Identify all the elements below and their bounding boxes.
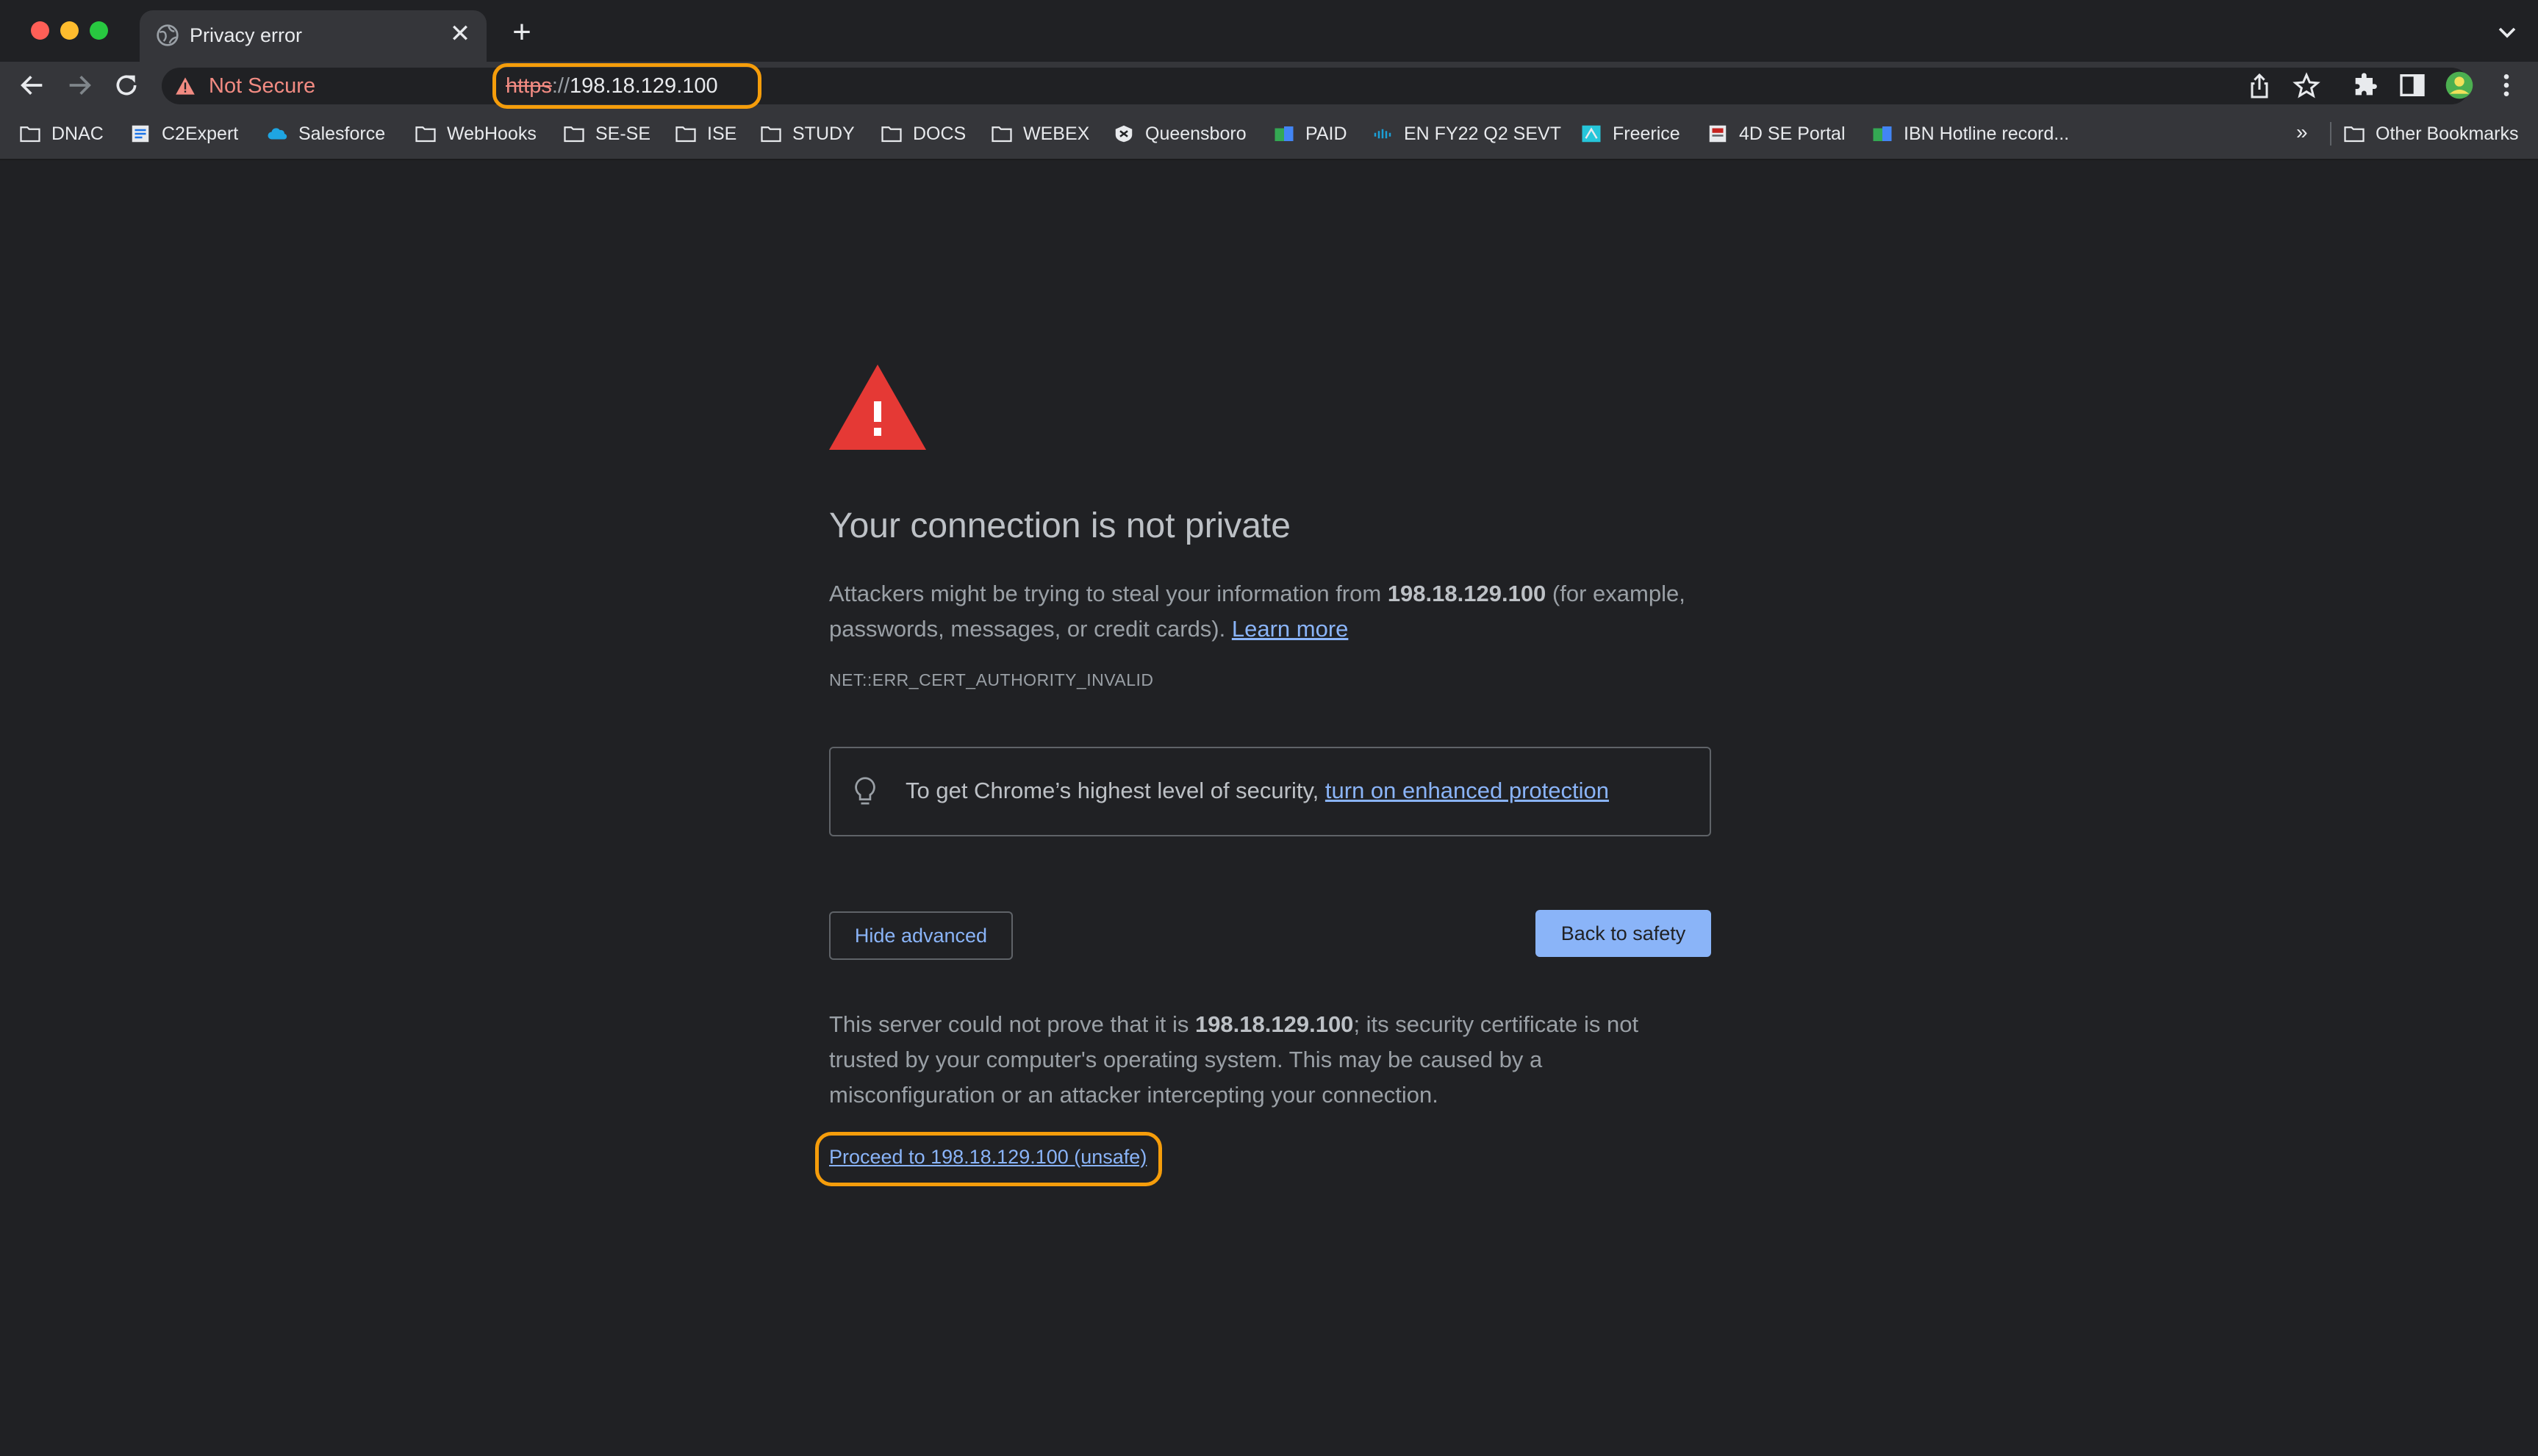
folder-icon	[415, 126, 436, 143]
details-host: 198.18.129.100	[1194, 1011, 1354, 1037]
site-favicon	[1115, 125, 1133, 143]
close-tab-icon[interactable]: ✕	[447, 21, 473, 47]
bookmark-se-se[interactable]: SE-SE	[563, 121, 650, 147]
bookmark-ise[interactable]: ISE	[675, 121, 736, 147]
bookmark-en-fy22[interactable]: EN FY22 Q2 SEVT	[1372, 121, 1561, 147]
proceed-unsafe-link[interactable]: Proceed to 198.18.129.100 (unsafe)	[829, 1146, 1147, 1169]
minimize-window-button[interactable]	[60, 21, 79, 40]
enhanced-protection-box: To get Chrome’s highest level of securit…	[829, 747, 1711, 836]
error-code: NET::ERR_CERT_AUTHORITY_INVALID	[829, 670, 1154, 689]
bookmark-freerice[interactable]: Freerice	[1580, 121, 1680, 147]
extensions-puzzle-icon[interactable]	[2351, 71, 2380, 100]
folder-icon	[992, 126, 1012, 143]
back-to-safety-button[interactable]: Back to safety	[1535, 910, 1711, 957]
bookmark-webex[interactable]: WEBEX	[991, 121, 1089, 147]
warning-triangle-icon	[829, 365, 926, 450]
toolbar: Not Secure https://198.18.129.100	[0, 62, 2538, 109]
bookmark-queensboro[interactable]: Queensboro	[1113, 121, 1247, 147]
chevron-down-icon[interactable]	[2492, 18, 2522, 47]
page-content: Your connection is not private Attackers…	[0, 160, 2538, 1456]
site-favicon	[1275, 126, 1294, 141]
bookmark-paid[interactable]: PAID	[1273, 121, 1347, 147]
folder-icon	[2344, 126, 2365, 143]
folder-icon	[675, 126, 696, 143]
explanation-paragraph: Attackers might be trying to steal your …	[829, 581, 1685, 642]
warning-triangle-icon[interactable]	[175, 76, 196, 96]
browser-window: Privacy error ✕ + Not Secure https://198…	[0, 0, 2538, 1456]
bookmark-dnac[interactable]: DNAC	[19, 121, 104, 147]
folder-icon	[881, 126, 902, 143]
bookmark-webhooks[interactable]: WebHooks	[415, 121, 537, 147]
profile-avatar-icon[interactable]	[2445, 71, 2474, 100]
folder-icon	[761, 126, 781, 143]
folder-icon	[564, 126, 584, 143]
bookmarks-overflow-button[interactable]: »	[2296, 121, 2308, 144]
lightbulb-icon	[855, 777, 875, 805]
tab-title: Privacy error	[190, 24, 303, 46]
explanation-host: 198.18.129.100	[1387, 581, 1546, 606]
tab-strip: Privacy error ✕ +	[0, 0, 2538, 62]
side-panel-icon[interactable]	[2398, 71, 2427, 100]
bookmark-salesforce[interactable]: Salesforce	[266, 121, 385, 147]
fullscreen-window-button[interactable]	[90, 21, 108, 40]
more-menu-icon[interactable]	[2492, 71, 2521, 100]
url-annotation-highlight	[492, 63, 761, 109]
learn-more-link[interactable]: Learn more	[1232, 616, 1349, 642]
bookmark-docs[interactable]: DOCS	[881, 121, 966, 147]
folder-icon	[20, 126, 40, 143]
cisco-icon	[1374, 129, 1391, 139]
globe-icon	[157, 24, 179, 46]
bookmark-ibn-hotline[interactable]: IBN Hotline record...	[1871, 121, 2069, 147]
back-arrow-icon[interactable]	[18, 71, 47, 100]
new-tab-button[interactable]: +	[507, 16, 537, 49]
close-window-button[interactable]	[31, 21, 49, 40]
bookmark-4d-se-portal[interactable]: 4D SE Portal	[1707, 121, 1846, 147]
not-secure-label[interactable]: Not Secure	[209, 74, 315, 98]
bookmark-other-bookmarks[interactable]: Other Bookmarks	[2343, 121, 2519, 147]
tab-privacy-error[interactable]: Privacy error ✕	[140, 10, 487, 62]
bookmark-star-icon[interactable]	[2292, 71, 2321, 101]
enhanced-protection-link[interactable]: turn on enhanced protection	[1325, 778, 1609, 803]
enhanced-protection-text: To get Chrome’s highest level of securit…	[906, 778, 1609, 803]
hide-advanced-button[interactable]: Hide advanced	[829, 911, 1013, 960]
bookmarks-bar: DNAC C2Expert Salesforce WebHooks SE-SE …	[0, 109, 2538, 160]
page-title: Your connection is not private	[829, 506, 1291, 545]
site-favicon	[132, 125, 149, 143]
site-favicon	[1582, 125, 1601, 143]
reload-icon[interactable]	[112, 71, 141, 100]
forward-arrow-icon[interactable]	[65, 71, 94, 100]
details-paragraph: This server could not prove that it is 1…	[829, 1011, 1639, 1108]
bookmarks-divider	[2330, 122, 2331, 146]
site-favicon	[1709, 125, 1727, 143]
bookmark-study[interactable]: STUDY	[760, 121, 855, 147]
site-favicon	[1873, 126, 1892, 141]
bookmark-c2expert[interactable]: C2Expert	[129, 121, 238, 147]
salesforce-cloud-icon	[268, 128, 287, 140]
address-bar[interactable]: Not Secure https://198.18.129.100	[162, 63, 2470, 109]
share-icon[interactable]	[2245, 71, 2274, 101]
